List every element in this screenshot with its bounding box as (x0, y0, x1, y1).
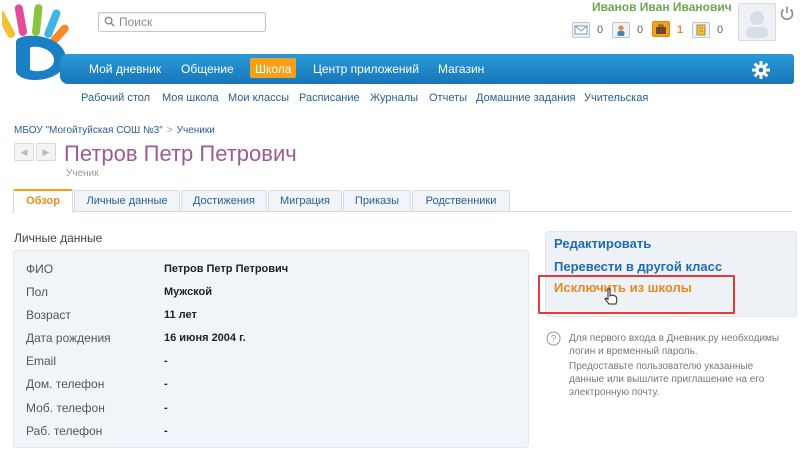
transfer-class-link[interactable]: Перевести в другой класс (554, 259, 722, 274)
subnav-schedule[interactable]: Расписание (299, 92, 360, 104)
document-icon[interactable] (692, 22, 710, 38)
breadcrumb-students[interactable]: Ученики (177, 125, 215, 136)
label-work-phone: Раб. телефон (26, 424, 103, 438)
nav-item-shop[interactable]: Магазин (438, 62, 484, 76)
nav-item-communication[interactable]: Общение (181, 62, 234, 76)
edit-link[interactable]: Редактировать (554, 236, 651, 251)
section-heading: Личные данные (14, 231, 103, 245)
value-mobile-phone: - (164, 402, 168, 414)
search-box[interactable] (98, 12, 266, 32)
tab-achievements[interactable]: Достижения (181, 190, 267, 211)
value-birth-date: 16 июня 2004 г. (164, 332, 246, 344)
page-subtitle: Ученик (66, 168, 99, 179)
subnav-homework[interactable]: Домашние задания (476, 92, 575, 104)
label-home-phone: Дом. телефон (26, 377, 105, 391)
personal-data-panel (13, 250, 529, 448)
friends-count: 0 (637, 24, 644, 36)
label-full-name: ФИО (26, 262, 54, 276)
subnav-teachers-room[interactable]: Учительская (584, 92, 648, 104)
search-icon (104, 16, 115, 27)
page-title: Петров Петр Петрович (64, 141, 297, 166)
label-email: Email (26, 354, 57, 368)
tabs-divider (12, 211, 792, 212)
gear-icon[interactable] (751, 60, 771, 80)
events-count: 1 (677, 24, 684, 36)
power-icon[interactable] (779, 5, 795, 21)
label-mobile-phone: Моб. телефон (26, 401, 105, 415)
subnav-my-classes[interactable]: Мои классы (228, 92, 289, 104)
svg-text:?: ? (551, 334, 557, 345)
label-age: Возраст (26, 308, 71, 322)
nav-item-school[interactable]: Школа (255, 62, 291, 76)
main-nav (60, 54, 794, 84)
search-input[interactable] (119, 13, 259, 31)
value-home-phone: - (164, 378, 168, 390)
people-icon[interactable] (612, 22, 630, 38)
breadcrumb-school[interactable]: МБОУ "Могойтуйская СОШ №3" (14, 125, 163, 136)
nav-item-my-diary[interactable]: Мой дневник (89, 62, 161, 76)
next-arrow-icon[interactable]: ▶ (36, 143, 56, 161)
tab-migration[interactable]: Миграция (268, 190, 342, 211)
tab-relatives[interactable]: Родственники (412, 190, 510, 211)
help-icon: ? (546, 331, 561, 346)
envelope-icon[interactable] (572, 22, 590, 38)
highlight-box (538, 275, 735, 314)
value-full-name: Петров Петр Петрович (164, 263, 289, 275)
tab-overview[interactable]: Обзор (13, 189, 73, 213)
avatar[interactable] (738, 3, 776, 41)
subnav-my-school[interactable]: Моя школа (162, 92, 219, 104)
breadcrumb: МБОУ "Могойтуйская СОШ №3" > Ученики (14, 125, 215, 136)
documents-count: 0 (717, 24, 724, 36)
help-text-login: Для первого входа в Дневник.ру необходим… (569, 333, 780, 357)
subnav-reports[interactable]: Отчеты (429, 92, 467, 104)
tab-orders[interactable]: Приказы (343, 190, 411, 211)
messages-count: 0 (597, 24, 604, 36)
briefcase-icon[interactable] (652, 21, 670, 37)
value-work-phone: - (164, 425, 168, 437)
subnav-desktop[interactable]: Рабочий стол (81, 92, 150, 104)
nav-item-app-center[interactable]: Центр приложений (313, 62, 419, 76)
help-text-invite: Предоставьте пользователю указанные данн… (569, 361, 765, 398)
user-name[interactable]: Иванов Иван Иванович (592, 0, 732, 14)
value-age: 11 лет (164, 309, 197, 321)
value-gender: Мужской (164, 286, 213, 298)
label-birth-date: Дата рождения (26, 331, 111, 345)
breadcrumb-separator: > (166, 125, 173, 136)
subnav-journals[interactable]: Журналы (370, 92, 418, 104)
value-email: - (164, 355, 168, 367)
prev-arrow-icon[interactable]: ◀ (14, 143, 34, 161)
tab-personal-data[interactable]: Личные данные (74, 190, 180, 211)
label-gender: Пол (26, 285, 49, 299)
hand-cursor-icon (602, 287, 620, 307)
